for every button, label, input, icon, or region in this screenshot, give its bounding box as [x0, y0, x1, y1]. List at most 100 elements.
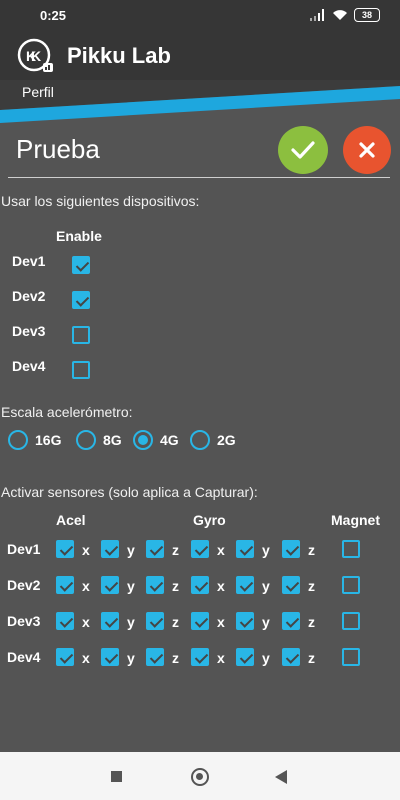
- status-icons: 38: [310, 8, 380, 22]
- sensors-heading: Activar sensores (solo aplica a Capturar…: [1, 484, 258, 500]
- gyro-axis-checkbox[interactable]: [191, 648, 209, 666]
- scale-heading: Escala acelerómetro:: [1, 404, 133, 420]
- magnet-checkbox[interactable]: [342, 612, 360, 630]
- axis-label: x: [82, 578, 90, 594]
- magnet-checkbox[interactable]: [342, 576, 360, 594]
- gyro-axis-checkbox[interactable]: [191, 612, 209, 630]
- device-label: Dev1: [12, 253, 46, 269]
- acel-axis-checkbox[interactable]: [146, 540, 164, 558]
- device-label: Dev4: [12, 358, 46, 374]
- sensor-device-label: Dev2: [7, 577, 41, 593]
- axis-label: z: [172, 542, 179, 558]
- sensor-device-label: Dev1: [7, 541, 41, 557]
- gyro-axis-checkbox[interactable]: [282, 648, 300, 666]
- gyro-axis-checkbox[interactable]: [282, 612, 300, 630]
- section-header: Perfil: [0, 80, 400, 124]
- magnet-checkbox[interactable]: [342, 540, 360, 558]
- profile-name-field[interactable]: Prueba: [16, 134, 266, 174]
- axis-label: x: [217, 578, 225, 594]
- battery-icon: 38: [354, 8, 380, 22]
- axis-label: y: [127, 542, 135, 558]
- gyro-axis-checkbox[interactable]: [191, 576, 209, 594]
- back-icon[interactable]: [275, 770, 287, 784]
- acel-axis-checkbox[interactable]: [146, 648, 164, 666]
- gyro-axis-checkbox[interactable]: [191, 540, 209, 558]
- app-title: Pikku Lab: [67, 43, 171, 68]
- scale-option-label: 2G: [217, 432, 236, 448]
- gyro-axis-checkbox[interactable]: [236, 576, 254, 594]
- magnet-checkbox[interactable]: [342, 648, 360, 666]
- axis-label: y: [262, 614, 270, 630]
- device-label: Dev2: [12, 288, 46, 304]
- recents-icon[interactable]: [111, 771, 122, 782]
- scale-option-label: 4G: [160, 432, 179, 448]
- profile-name-underline: [8, 177, 390, 178]
- enable-column-header: Enable: [56, 228, 102, 244]
- axis-label: z: [308, 542, 315, 558]
- scale-radio[interactable]: [76, 430, 96, 450]
- acel-column-header: Acel: [56, 512, 86, 528]
- axis-label: z: [172, 578, 179, 594]
- confirm-button[interactable]: [278, 126, 328, 174]
- gyro-axis-checkbox[interactable]: [282, 576, 300, 594]
- acel-axis-checkbox[interactable]: [146, 576, 164, 594]
- scale-radio[interactable]: [190, 430, 210, 450]
- gyro-axis-checkbox[interactable]: [236, 648, 254, 666]
- signal-icon: [310, 9, 324, 21]
- check-icon: [291, 141, 315, 159]
- axis-label: y: [262, 578, 270, 594]
- axis-label: x: [217, 650, 225, 666]
- gyro-axis-checkbox[interactable]: [236, 612, 254, 630]
- scale-radio[interactable]: [133, 430, 153, 450]
- device-enable-checkbox[interactable]: [72, 291, 90, 309]
- system-nav-bar: [0, 752, 400, 800]
- acel-axis-checkbox[interactable]: [56, 540, 74, 558]
- app-bar: K K Pikku Lab: [0, 32, 400, 80]
- axis-label: y: [127, 614, 135, 630]
- device-enable-checkbox[interactable]: [72, 361, 90, 379]
- axis-label: z: [308, 650, 315, 666]
- acel-axis-checkbox[interactable]: [56, 648, 74, 666]
- axis-label: z: [308, 614, 315, 630]
- axis-label: x: [217, 542, 225, 558]
- axis-label: x: [82, 542, 90, 558]
- acel-axis-checkbox[interactable]: [56, 612, 74, 630]
- acel-axis-checkbox[interactable]: [101, 540, 119, 558]
- cancel-button[interactable]: [343, 126, 391, 174]
- axis-label: x: [82, 650, 90, 666]
- sensor-device-label: Dev4: [7, 649, 41, 665]
- device-enable-checkbox[interactable]: [72, 326, 90, 344]
- magnet-column-header: Magnet: [331, 512, 380, 528]
- device-enable-checkbox[interactable]: [72, 256, 90, 274]
- device-label: Dev3: [12, 323, 46, 339]
- axis-label: y: [262, 650, 270, 666]
- header-stripe: [0, 80, 400, 123]
- axis-label: x: [82, 614, 90, 630]
- axis-label: x: [217, 614, 225, 630]
- acel-axis-checkbox[interactable]: [56, 576, 74, 594]
- axis-label: z: [308, 578, 315, 594]
- svg-text:K: K: [31, 48, 41, 64]
- devices-heading: Usar los siguientes dispositivos:: [1, 193, 200, 209]
- axis-label: z: [172, 650, 179, 666]
- status-time: 0:25: [40, 8, 67, 23]
- status-bar: 0:25 38: [0, 0, 400, 32]
- gyro-axis-checkbox[interactable]: [282, 540, 300, 558]
- wifi-icon: [333, 10, 347, 20]
- close-icon: [359, 142, 375, 158]
- axis-label: y: [262, 542, 270, 558]
- acel-axis-checkbox[interactable]: [101, 612, 119, 630]
- sensor-device-label: Dev3: [7, 613, 41, 629]
- axis-label: y: [127, 578, 135, 594]
- acel-axis-checkbox[interactable]: [146, 612, 164, 630]
- scale-radio[interactable]: [8, 430, 28, 450]
- home-icon[interactable]: [191, 768, 209, 786]
- gyro-axis-checkbox[interactable]: [236, 540, 254, 558]
- scale-option-label: 16G: [35, 432, 62, 448]
- axis-label: y: [127, 650, 135, 666]
- acel-axis-checkbox[interactable]: [101, 648, 119, 666]
- section-label: Perfil: [22, 84, 54, 100]
- acel-axis-checkbox[interactable]: [101, 576, 119, 594]
- scale-option-label: 8G: [103, 432, 122, 448]
- pikku-logo-icon: K K: [17, 38, 53, 72]
